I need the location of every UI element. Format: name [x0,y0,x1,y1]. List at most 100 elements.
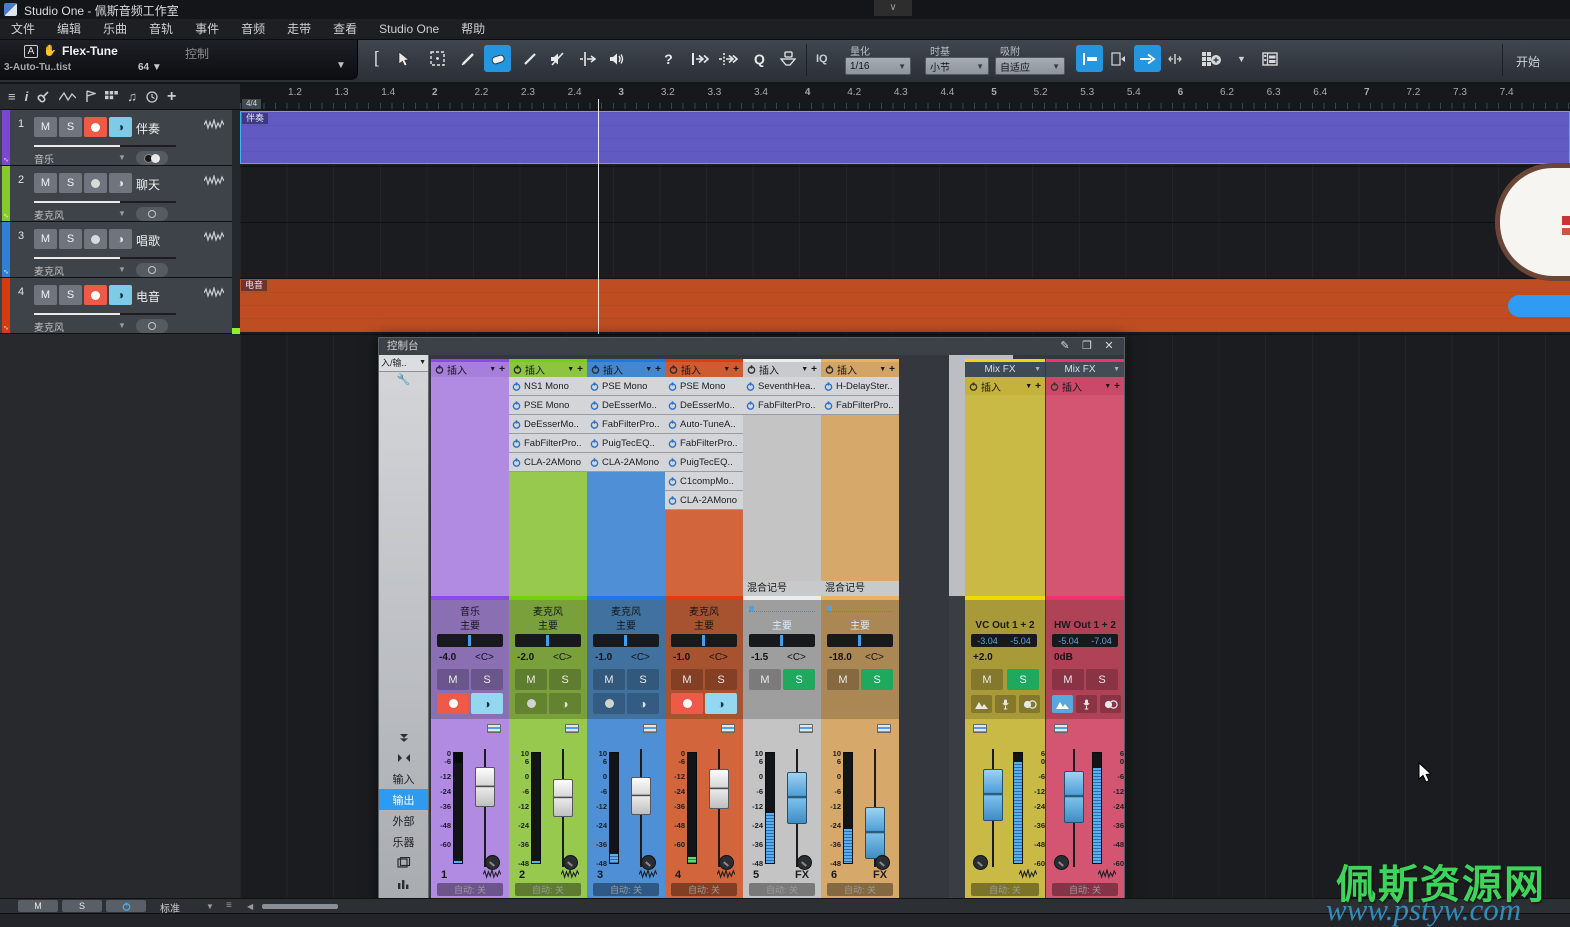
track-row-伴奏[interactable]: ∿1MS◑伴奏音乐▼ [0,110,232,166]
channel-automation-button[interactable]: 自动: 关 [1052,883,1118,896]
mixer-pin-icon[interactable]: ✎ [1058,340,1072,353]
channel-solo-button[interactable]: S [861,669,893,690]
track-record-button[interactable] [84,117,107,137]
insert-slot-PSE Mono[interactable]: PSE Mono [587,377,665,396]
menu-item-音频[interactable]: 音频 [230,19,276,39]
track-mute-button[interactable]: M [34,285,57,305]
track-toolbar-clock-icon[interactable] [146,91,158,103]
fader-cap[interactable] [787,772,807,824]
menu-item-Studio One[interactable]: Studio One [368,19,450,39]
channel-pan-slider[interactable] [749,634,815,647]
channel-layers-button[interactable] [487,724,501,733]
menu-item-帮助[interactable]: 帮助 [450,19,496,39]
input-dropdown-icon[interactable]: ▼ [118,153,126,162]
channel-mute-button[interactable]: M [971,669,1003,690]
range-tool[interactable] [424,45,451,72]
channel-talkback-mic-icon[interactable] [995,695,1016,713]
listen-tool[interactable] [604,45,631,72]
autoscroll-button[interactable] [1134,45,1161,72]
audio-clip-伴奏[interactable]: 伴奏 [240,111,1570,164]
tempo-tap-icon[interactable] [774,45,801,72]
channel-solo-button[interactable]: S [471,669,503,690]
channel-fader[interactable] [1064,749,1084,867]
channel-record-button[interactable] [515,693,547,714]
channel-layers-button[interactable] [1054,724,1068,733]
channel-fader[interactable] [983,749,1003,867]
channel-mute-button[interactable]: M [515,669,547,690]
channel-fader[interactable] [787,749,807,867]
channel-pan-knob[interactable] [719,855,734,870]
input-dropdown-icon[interactable]: ▼ [118,209,126,218]
channel-automation-button[interactable]: 自动: 关 [827,883,893,896]
track-toolbar-track-menu-icon[interactable]: ≡ [8,89,16,104]
channel-record-button[interactable] [437,693,469,714]
fader-cap[interactable] [1064,771,1084,823]
channel-solo-button[interactable]: S [549,669,581,690]
channel-monitor-button[interactable]: ◑ [627,693,659,714]
channel-mountain-icon[interactable] [1052,695,1073,713]
global-power-button[interactable] [106,900,146,912]
track-volume-slider[interactable] [34,201,120,203]
scroll-left-icon[interactable]: ◀ [247,902,253,911]
fader-cap[interactable] [553,779,573,817]
channel-insert-header[interactable]: 插入▼+ [509,359,587,377]
channel-pan-knob[interactable] [1054,855,1069,870]
channel-mono-stereo-icon[interactable] [1019,695,1040,713]
insert-slot-PSE Mono[interactable]: PSE Mono [509,396,587,415]
arrow-tool[interactable] [390,45,417,72]
channel-insert-header[interactable]: 插入▼+ [743,359,821,377]
mixer-nav-外部[interactable]: 外部 [379,810,428,831]
track-toolbar-inspector-icon[interactable]: i [25,89,29,104]
mixer-nav-输出[interactable]: 输出 [379,789,428,810]
input-dropdown-icon[interactable]: ▼ [118,321,126,330]
channel-layers-button[interactable] [877,724,891,733]
channel-insert-header[interactable]: Mix FX▼ [965,359,1045,377]
channel-automation-button[interactable]: 自动: 关 [749,883,815,896]
channel-pan-slider[interactable] [437,634,503,647]
channel-solo-button[interactable]: S [783,669,815,690]
track-record-button[interactable] [84,173,107,193]
channel-insert-header[interactable]: 插入▼+ [587,359,665,377]
channel-layers-button[interactable] [799,724,813,733]
fader-cap[interactable] [631,777,651,815]
channel-monitor-button[interactable]: ◑ [471,693,503,714]
menu-item-编辑[interactable]: 编辑 [46,19,92,39]
channel-talkback-mic-icon[interactable] [1076,695,1097,713]
insert-slot-CLA-2AMono[interactable]: CLA-2AMono [587,453,665,472]
fader-cap[interactable] [983,769,1003,821]
insert-slot-CLA-2AMono[interactable]: CLA-2AMono [665,491,743,510]
track-row-电音[interactable]: ∿4MS◑电音麦克风▼ [0,278,232,334]
global-solo-button[interactable]: S [62,900,102,912]
channel-pan-knob[interactable] [797,855,812,870]
track-io-chip[interactable] [136,151,168,165]
channel-layers-button[interactable] [643,724,657,733]
channel-fader[interactable] [631,749,651,867]
menu-item-文件[interactable]: 文件 [0,19,46,39]
channel-monitor-button[interactable]: ◑ [549,693,581,714]
channel-insert-header[interactable]: Mix FX▼ [1046,359,1124,377]
channel-mute-button[interactable]: M [827,669,859,690]
track-toolbar-add-track-icon[interactable]: + [167,88,176,106]
channel-automation-button[interactable]: 自动: 关 [971,883,1039,896]
timebase-select[interactable]: 小节▼ [925,57,989,75]
track-monitor-button[interactable]: ◑ [109,173,132,193]
channel-record-button[interactable] [593,693,625,714]
mixer-collapse-all-icon[interactable] [379,726,428,747]
insert-slot-PuigTecEQ..[interactable]: PuigTecEQ.. [587,434,665,453]
insert-slot-FabFilterPro..[interactable]: FabFilterPro.. [821,396,899,415]
mixer-nav-输入[interactable]: 输入 [379,768,428,789]
insert-slot-NS1 Mono[interactable]: NS1 Mono [509,377,587,396]
channel-fader[interactable] [475,749,495,867]
play-through-icon[interactable] [714,45,741,72]
mixer-title-bar[interactable]: 控制台 [379,338,1124,355]
track-record-button[interactable] [84,229,107,249]
snap-select[interactable]: 自适应▼ [995,57,1065,75]
insert-slot-Auto-TuneA..[interactable]: Auto-TuneA.. [665,415,743,434]
track-toolbar-automation-icon[interactable] [59,91,76,102]
insert-slot-FabFilterPro..[interactable]: FabFilterPro.. [587,415,665,434]
mixer-nav-乐器[interactable]: 乐器 [379,831,428,852]
track-toolbar-marker-icon[interactable] [85,90,96,103]
channel-mountain-icon[interactable] [971,695,992,713]
insert-slot-FabFilterPro..[interactable]: FabFilterPro.. [509,434,587,453]
channel-insert-header[interactable]: 插入▼+ [821,359,899,377]
